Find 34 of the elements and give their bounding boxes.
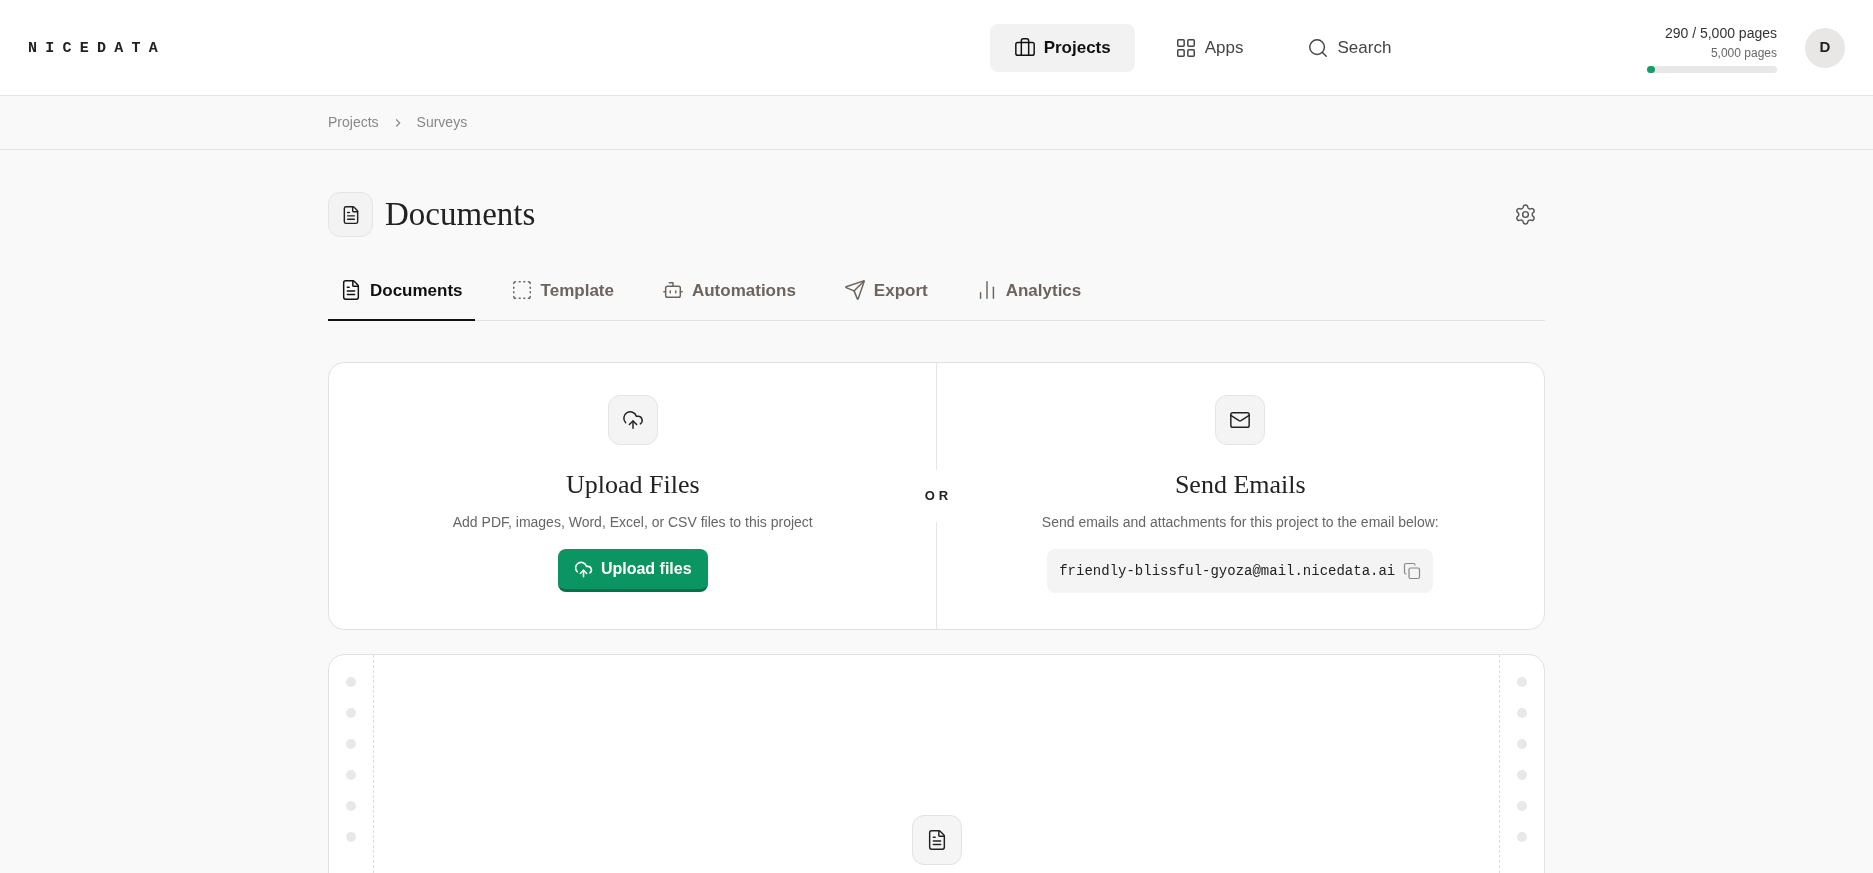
upload-cloud-icon [607,395,658,445]
email-description: Send emails and attachments for this project to the email below: [1041,513,1439,532]
email-title: Send Emails [1174,469,1306,501]
tab[interactable]: Template [498,277,626,321]
nav-tab[interactable]: Projects [989,23,1135,72]
breadcrumb-link[interactable]: Projects [328,112,379,133]
document-icon [911,815,962,865]
upload-cloud-icon [573,559,593,579]
document-icon [340,279,362,302]
paper-plane-icon [843,279,866,302]
upload-button[interactable]: Upload files [557,549,708,592]
usage-limit: 5,000 pages [1710,44,1777,62]
upload-title: Upload Files [565,469,700,501]
document-icon [328,192,373,238]
nav-tab[interactable]: Apps [1150,23,1268,72]
avatar[interactable]: D [1805,27,1845,68]
breadcrumb-link[interactable]: Surveys [416,112,468,133]
search-icon [1307,36,1330,59]
grid-icon [1174,36,1197,59]
settings-icon[interactable] [1514,203,1537,227]
copy-icon[interactable] [1403,562,1422,580]
nav-tab[interactable]: Search [1283,23,1416,72]
tab[interactable]: Documents [328,277,475,321]
tab[interactable]: Analytics [963,277,1094,321]
tab[interactable]: Export [831,277,940,321]
briefcase-icon [1013,36,1036,59]
dashed-square-icon [510,279,533,302]
mail-icon [1215,395,1266,445]
email-address: friendly-blissful-gyoza@mail.nicedata.ai [1059,561,1396,581]
logo: NICEDATA [28,39,166,57]
usage-reading: 290 / 5,000 pages [1664,23,1777,43]
tab[interactable]: Automations [649,277,808,321]
page-title: Documents [385,195,536,234]
upload-description: Add PDF, images, Word, Excel, or CSV files to this project [452,513,813,532]
